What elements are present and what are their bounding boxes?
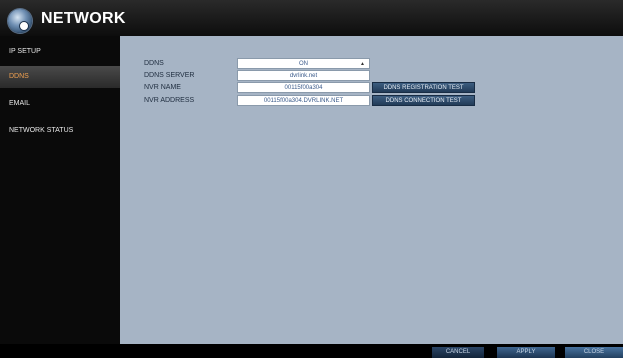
ddns-server-label: DDNS SERVER [144,72,195,79]
ddns-connection-test-button[interactable]: DDNS CONNECTION TEST [372,95,475,106]
nvr-address-field[interactable]: 00115f00a304.DVRLINK.NET [237,95,370,106]
footer-bar: CANCEL APPLY CLOSE [0,344,623,358]
nvr-address-label: NVR ADDRESS [144,97,195,104]
network-settings-window: NETWORK IP SETUP DDNS EMAIL NETWORK STAT… [0,0,623,358]
ddns-select[interactable]: ON ▲ [237,58,370,69]
ddns-label: DDNS [144,60,164,67]
sidebar-item-ip-setup[interactable]: IP SETUP [0,41,120,63]
sidebar: IP SETUP DDNS EMAIL NETWORK STATUS [0,36,120,358]
page-title: NETWORK [41,10,126,27]
close-button[interactable]: CLOSE [565,347,623,358]
nvr-name-label: NVR NAME [144,84,181,91]
ddns-server-field[interactable]: dvrlink.net [237,70,370,81]
updown-arrow-icon: ▲ [360,61,365,67]
apply-button[interactable]: APPLY [497,347,555,358]
ddns-settings-panel: DDNS ON ▲ DDNS SERVER dvrlink.net NVR NA… [120,36,623,344]
ddns-select-value: ON [299,61,308,67]
sidebar-item-ddns[interactable]: DDNS [0,66,120,88]
header-bar: NETWORK [0,0,623,36]
sidebar-item-network-status[interactable]: NETWORK STATUS [0,120,120,142]
sidebar-item-email[interactable]: EMAIL [0,93,120,115]
cancel-button[interactable]: CANCEL [432,347,484,358]
nvr-name-field[interactable]: 00115f00a304 [237,82,370,93]
ddns-registration-test-button[interactable]: DDNS REGISTRATION TEST [372,82,475,93]
network-globe-icon [8,9,32,33]
